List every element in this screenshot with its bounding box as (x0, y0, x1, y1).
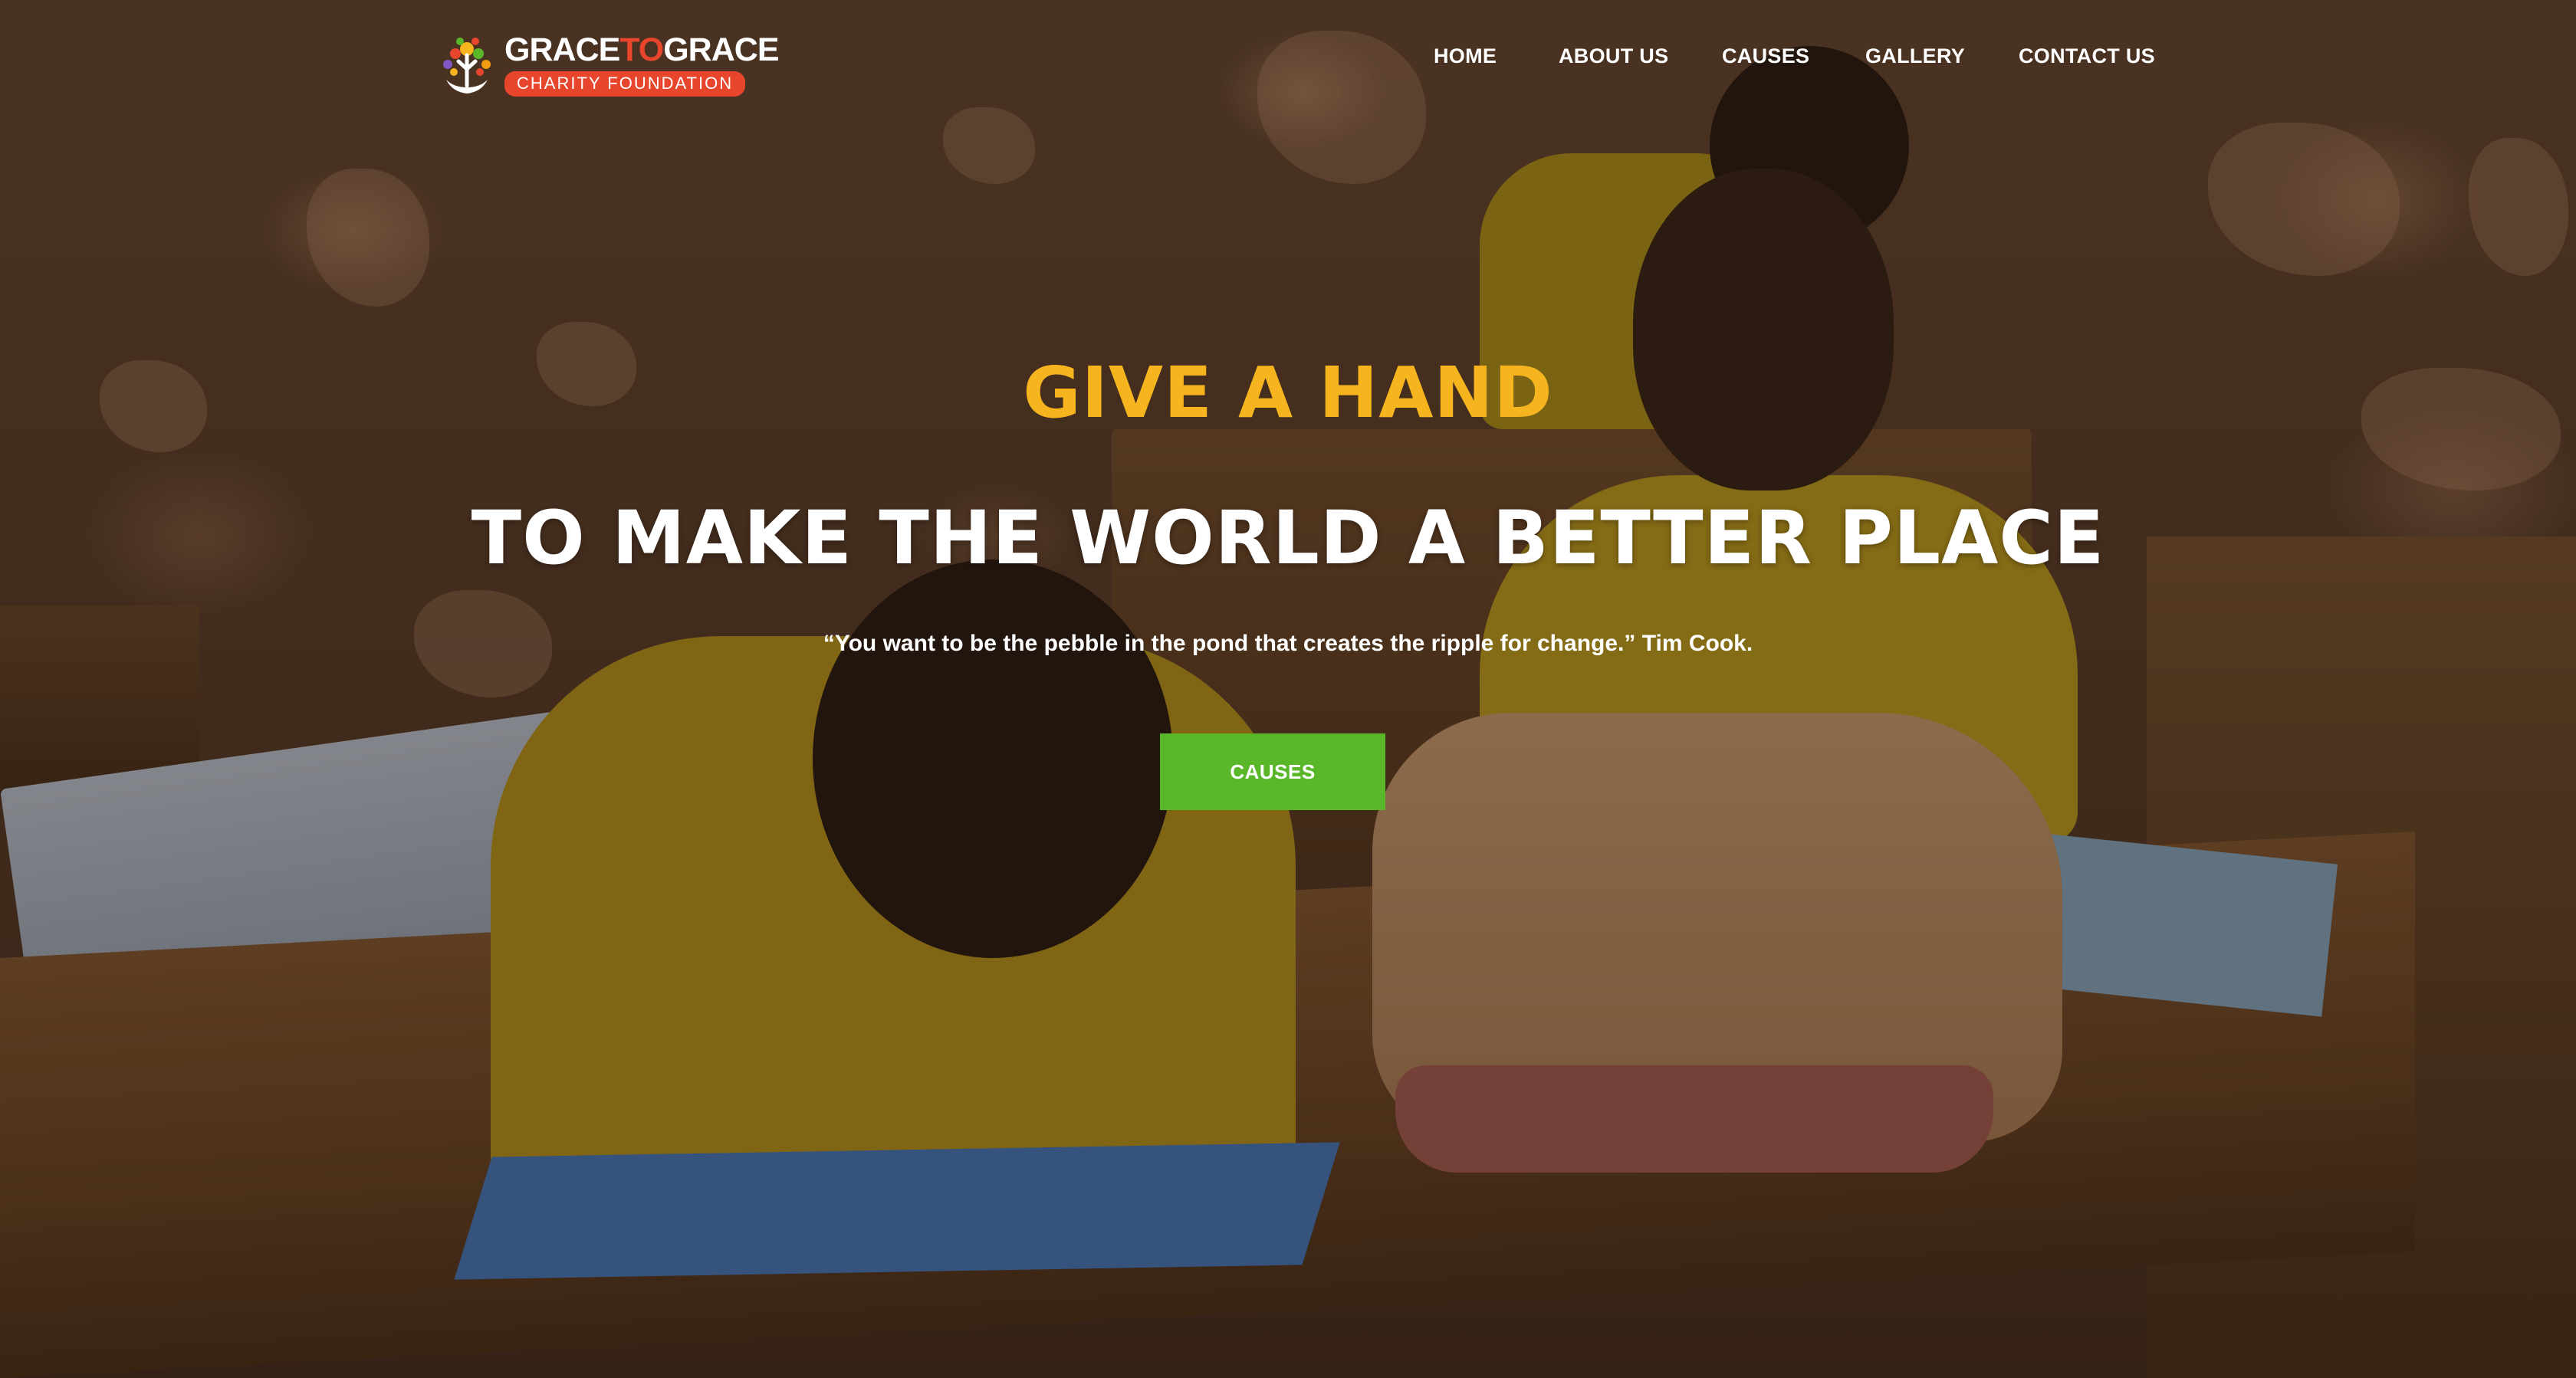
site-header: GRACETOGRACE CHARITY FOUNDATION HOME ABO… (0, 0, 2576, 123)
main-nav: HOME ABOUT US CAUSES GALLERY CONTACT US (0, 44, 2576, 75)
logo-subtitle: CHARITY FOUNDATION (504, 71, 746, 97)
hero-section: GRACETOGRACE CHARITY FOUNDATION HOME ABO… (0, 0, 2576, 1378)
nav-home[interactable]: HOME (1434, 44, 1497, 68)
nav-gallery[interactable]: GALLERY (1865, 44, 1965, 68)
nav-contact-us[interactable]: CONTACT US (2019, 44, 2155, 68)
nav-about-us[interactable]: ABOUT US (1559, 44, 1668, 68)
hero-headline: TO MAKE THE WORLD A BETTER PLACE (471, 495, 2105, 581)
hero-quote: “You want to be the pebble in the pond t… (823, 631, 1753, 656)
dark-overlay (0, 0, 2576, 1378)
causes-button[interactable]: CAUSES (1160, 733, 1385, 810)
hero-kicker: GIVE A HAND (1023, 352, 1553, 434)
nav-causes[interactable]: CAUSES (1722, 44, 1809, 68)
